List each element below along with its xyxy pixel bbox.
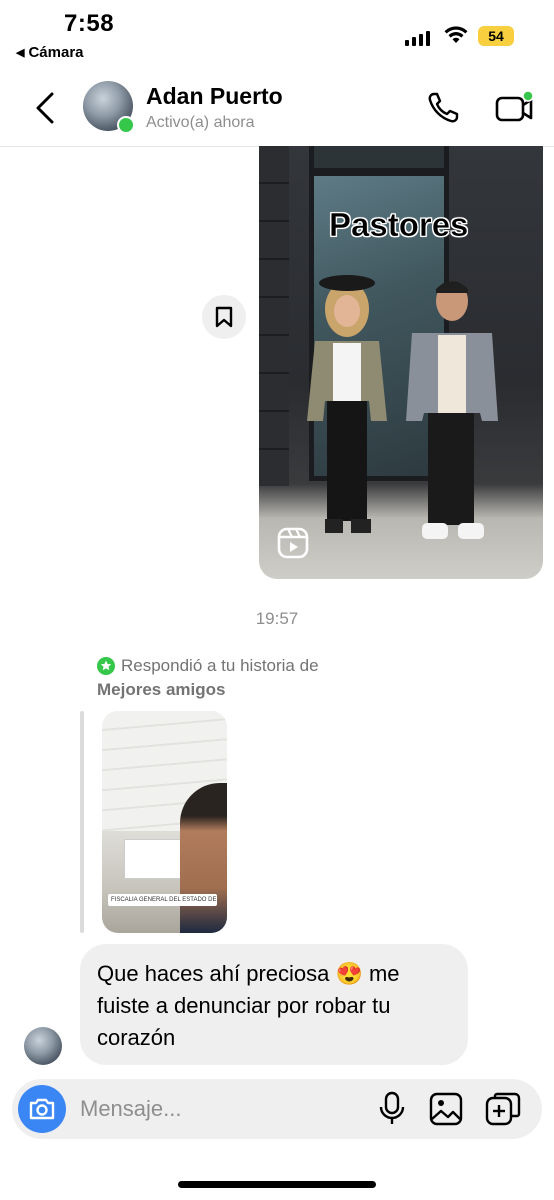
reel-person-right	[406, 281, 498, 539]
story-person	[180, 783, 227, 933]
camera-icon	[29, 1098, 55, 1120]
quote-bar	[80, 711, 84, 933]
wifi-icon	[444, 26, 468, 43]
gallery-icon[interactable]	[429, 1092, 463, 1126]
star-icon	[97, 657, 115, 675]
story-reply-label: Respondió a tu historia de	[121, 656, 319, 675]
story-banner: FISCALIA GENERAL DEL ESTADO DE YUC...	[108, 894, 217, 906]
back-arrow-icon[interactable]	[32, 88, 60, 128]
back-app-label: Cámara	[28, 44, 84, 61]
story-reply-note: Respondió a tu historia de	[97, 656, 319, 676]
contact-status: Activo(a) ahora	[146, 114, 255, 131]
reel-window-top	[309, 146, 449, 173]
story-thumbnail[interactable]: FISCALIA GENERAL DEL ESTADO DE YUC...	[102, 711, 227, 933]
reels-icon	[277, 527, 309, 559]
contact-name[interactable]: Adan Puerto	[146, 83, 283, 110]
microphone-icon[interactable]	[378, 1091, 406, 1127]
online-indicator	[117, 116, 135, 134]
signal-icon	[405, 30, 430, 46]
sticker-icon[interactable]	[485, 1092, 521, 1126]
battery-indicator: 54	[478, 26, 514, 46]
camera-button[interactable]	[18, 1085, 66, 1133]
home-indicator	[178, 1181, 376, 1188]
reel-overlay-text: Pastores	[329, 206, 469, 244]
bookmark-icon	[215, 306, 233, 328]
message-text: Que haces ahí preciosa 😍 me fuiste a den…	[97, 961, 400, 1050]
back-to-app-link[interactable]: ◀ Cámara	[16, 44, 84, 61]
status-time: 7:58	[64, 10, 115, 37]
message-input[interactable]	[80, 1094, 360, 1124]
phone-icon[interactable]	[425, 90, 461, 126]
close-friends-label: Mejores amigos	[97, 680, 226, 699]
message-timestamp: 19:57	[255, 609, 299, 628]
reel-person-left	[307, 275, 387, 533]
shared-reel-card[interactable]: Pastores	[259, 146, 543, 579]
video-icon[interactable]	[494, 90, 534, 126]
received-message-bubble[interactable]: Que haces ahí preciosa 😍 me fuiste a den…	[80, 944, 468, 1065]
reel-wall-panel	[259, 146, 289, 486]
sender-avatar[interactable]	[24, 1027, 62, 1065]
save-reel-button[interactable]	[202, 295, 246, 339]
back-triangle-icon: ◀	[16, 47, 25, 59]
